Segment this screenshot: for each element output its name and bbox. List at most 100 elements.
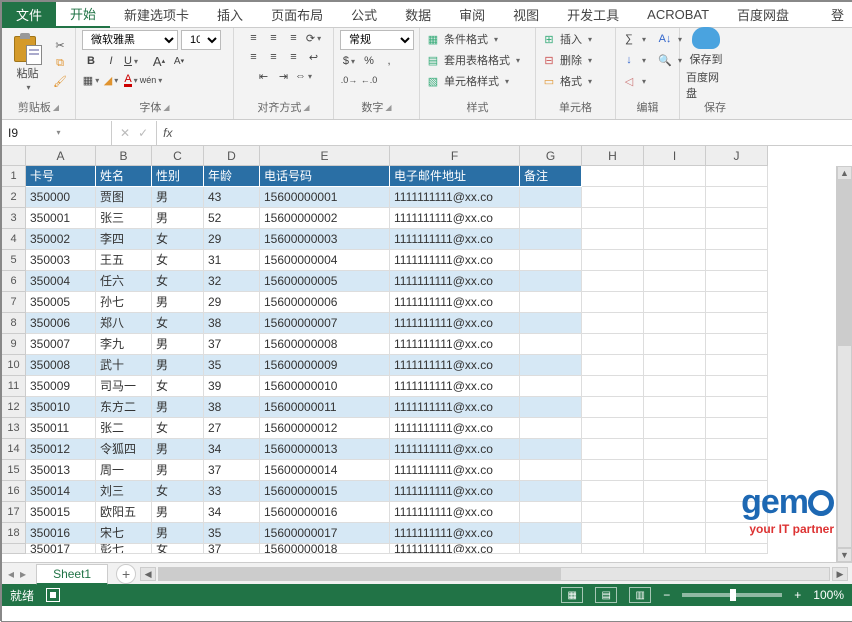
data-cell[interactable]: 350000 xyxy=(26,187,96,208)
data-cell[interactable]: 29 xyxy=(204,292,260,313)
data-cell[interactable] xyxy=(582,544,644,554)
increase-decimal-button[interactable]: .0→ xyxy=(340,72,358,88)
data-cell[interactable]: 350003 xyxy=(26,250,96,271)
data-cell[interactable]: 350008 xyxy=(26,355,96,376)
table-format-button[interactable]: ▤套用表格格式▾ xyxy=(426,51,520,69)
data-cell[interactable] xyxy=(706,313,768,334)
data-cell[interactable] xyxy=(582,502,644,523)
data-cell[interactable]: 1111111111@xx.co xyxy=(390,313,520,334)
data-cell[interactable] xyxy=(520,544,582,554)
data-cell[interactable]: 52 xyxy=(204,208,260,229)
format-painter-button[interactable]: 🖌 xyxy=(51,74,69,90)
data-cell[interactable]: 15600000010 xyxy=(260,376,390,397)
menu-tab-0[interactable]: 开始 xyxy=(56,2,110,28)
data-cell[interactable] xyxy=(706,355,768,376)
data-cell[interactable]: 350007 xyxy=(26,334,96,355)
zoom-slider[interactable] xyxy=(682,593,782,597)
data-cell[interactable]: 周一 xyxy=(96,460,152,481)
data-cell[interactable]: 34 xyxy=(204,502,260,523)
row-header-7[interactable]: 7 xyxy=(2,292,26,313)
row-header-3[interactable]: 3 xyxy=(2,208,26,229)
data-cell[interactable]: 张二 xyxy=(96,418,152,439)
data-cell[interactable]: 15600000005 xyxy=(260,271,390,292)
data-cell[interactable]: 15600000008 xyxy=(260,334,390,355)
column-header-G[interactable]: G xyxy=(520,146,582,166)
wrap-text-button[interactable]: ↩ xyxy=(305,49,323,65)
align-bottom-button[interactable]: ≡ xyxy=(285,30,303,46)
data-cell[interactable] xyxy=(706,397,768,418)
column-header-H[interactable]: H xyxy=(582,146,644,166)
row-header-4[interactable]: 4 xyxy=(2,229,26,250)
data-cell[interactable]: 350013 xyxy=(26,460,96,481)
data-cell[interactable] xyxy=(706,250,768,271)
bold-button[interactable]: B xyxy=(82,53,100,69)
data-cell[interactable] xyxy=(582,418,644,439)
increase-indent-button[interactable]: ⇥ xyxy=(275,68,293,84)
menu-tab-7[interactable]: 视图 xyxy=(499,2,553,28)
data-cell[interactable]: 38 xyxy=(204,397,260,418)
header-cell[interactable] xyxy=(644,166,706,187)
save-to-baidu-button[interactable]: 保存到 百度网盘 xyxy=(686,35,726,93)
data-cell[interactable]: 350016 xyxy=(26,523,96,544)
data-cell[interactable] xyxy=(582,523,644,544)
data-cell[interactable]: 男 xyxy=(152,502,204,523)
data-cell[interactable]: 女 xyxy=(152,271,204,292)
autosum-button[interactable]: ∑▾ A↓▾ xyxy=(622,30,682,48)
data-cell[interactable]: 1111111111@xx.co xyxy=(390,460,520,481)
column-header-C[interactable]: C xyxy=(152,146,204,166)
data-cell[interactable] xyxy=(644,313,706,334)
row-header-2[interactable]: 2 xyxy=(2,187,26,208)
data-cell[interactable] xyxy=(706,187,768,208)
data-cell[interactable] xyxy=(706,208,768,229)
data-cell[interactable]: 29 xyxy=(204,229,260,250)
menu-tab-10[interactable]: 百度网盘 xyxy=(723,2,803,28)
scroll-left-button[interactable]: ◀ xyxy=(140,567,156,581)
data-cell[interactable] xyxy=(706,334,768,355)
data-cell[interactable] xyxy=(706,292,768,313)
data-cell[interactable]: 男 xyxy=(152,187,204,208)
data-cell[interactable]: 15600000003 xyxy=(260,229,390,250)
data-cell[interactable] xyxy=(706,229,768,250)
row-header-15[interactable]: 15 xyxy=(2,460,26,481)
delete-cells-button[interactable]: ⊟删除▾ xyxy=(542,51,592,69)
row-header-11[interactable]: 11 xyxy=(2,376,26,397)
format-cells-button[interactable]: ▭格式▾ xyxy=(542,72,592,90)
data-cell[interactable] xyxy=(582,292,644,313)
data-cell[interactable]: 37 xyxy=(204,334,260,355)
data-cell[interactable]: 1111111111@xx.co xyxy=(390,523,520,544)
shrink-font-button[interactable]: A▾ xyxy=(170,53,188,69)
column-header-B[interactable]: B xyxy=(96,146,152,166)
view-pagelayout-button[interactable]: ▤ xyxy=(595,587,617,603)
data-cell[interactable]: 35 xyxy=(204,355,260,376)
data-cell[interactable]: 1111111111@xx.co xyxy=(390,250,520,271)
data-cell[interactable]: 15600000001 xyxy=(260,187,390,208)
header-cell[interactable]: 卡号 xyxy=(26,166,96,187)
menu-tab-9[interactable]: ACROBAT xyxy=(633,2,723,28)
vertical-scrollbar[interactable]: ▲ ▼ xyxy=(836,166,852,562)
zoom-level[interactable]: 100% xyxy=(813,588,844,602)
data-cell[interactable] xyxy=(520,208,582,229)
data-cell[interactable] xyxy=(644,271,706,292)
data-cell[interactable]: 15600000009 xyxy=(260,355,390,376)
data-cell[interactable]: 武十 xyxy=(96,355,152,376)
border-button[interactable]: ▦▾ xyxy=(82,72,100,88)
data-cell[interactable]: 32 xyxy=(204,271,260,292)
data-cell[interactable] xyxy=(520,250,582,271)
data-cell[interactable]: 34 xyxy=(204,439,260,460)
data-cell[interactable] xyxy=(644,439,706,460)
paste-button[interactable]: 粘贴 ▾ xyxy=(8,35,47,93)
dialog-launcher-icon[interactable]: ◢ xyxy=(303,103,309,112)
data-cell[interactable] xyxy=(520,271,582,292)
data-cell[interactable]: 女 xyxy=(152,544,204,554)
data-cell[interactable]: 15600000015 xyxy=(260,481,390,502)
decrease-decimal-button[interactable]: ←.0 xyxy=(360,72,378,88)
data-cell[interactable] xyxy=(644,376,706,397)
data-cell[interactable] xyxy=(644,502,706,523)
data-cell[interactable]: 女 xyxy=(152,376,204,397)
fx-button[interactable]: fx xyxy=(157,126,178,140)
data-cell[interactable]: 15600000006 xyxy=(260,292,390,313)
row-header-12[interactable]: 12 xyxy=(2,397,26,418)
data-cell[interactable] xyxy=(582,376,644,397)
data-cell[interactable] xyxy=(706,523,768,544)
macro-record-icon[interactable] xyxy=(46,588,60,602)
